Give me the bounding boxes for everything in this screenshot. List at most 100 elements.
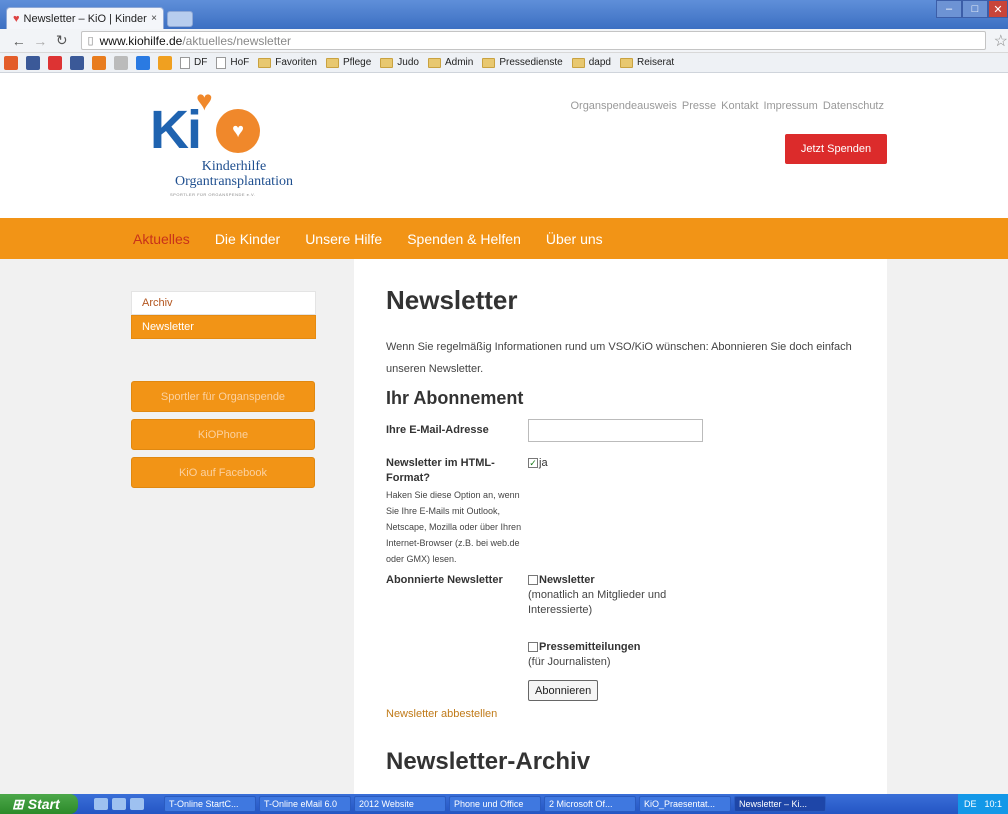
forward-arrow-icon[interactable]: →: [32, 33, 50, 49]
quicklaunch-icon[interactable]: [112, 798, 126, 810]
newsletter-checkbox[interactable]: [528, 575, 538, 586]
taskbar-item-active[interactable]: Newsletter – Ki...: [734, 796, 826, 812]
page-icon: [216, 56, 227, 69]
nav-ueber-uns[interactable]: Über uns: [546, 231, 603, 247]
newsletter-options: Newsletter (monatlich an Mitglieder und …: [528, 573, 698, 670]
press-option-name: Pressemitteilungen: [539, 641, 641, 653]
top-link-kontakt[interactable]: Kontakt: [721, 100, 758, 112]
press-option: Pressemitteilungen (für Journalisten): [528, 640, 698, 670]
address-bar[interactable]: ▯ www.kiohilfe.de/aktuelles/newsletter: [80, 31, 986, 50]
bookmark-app-icon[interactable]: [48, 55, 62, 70]
html-checkbox[interactable]: ✓: [528, 458, 538, 469]
top-link-organspendeausweis[interactable]: Organspendeausweis: [570, 100, 676, 112]
minimize-icon[interactable]: –: [936, 0, 962, 18]
subscribe-button[interactable]: Abonnieren: [528, 680, 599, 701]
folder-icon: [482, 57, 496, 68]
windows-flag-icon: ⊞: [12, 795, 24, 812]
folder-icon: [380, 57, 394, 68]
bookmark-item[interactable]: HoF: [216, 56, 249, 69]
tab-title: Newsletter – KiO | Kinderhilfe: [23, 12, 148, 25]
bookmark-folder[interactable]: Pflege: [325, 57, 371, 68]
system-tray: DE 10:1: [957, 794, 1008, 814]
folder-icon: [427, 57, 441, 68]
bookmark-star-icon[interactable]: ☆: [994, 31, 1008, 51]
taskbar-item[interactable]: 2012 Website: [354, 796, 446, 812]
newsletter-option-name: Newsletter: [539, 574, 595, 586]
tab-close-icon[interactable]: ×: [151, 13, 157, 24]
subscribed-row: Abonnierte Newsletter Newsletter (monatl…: [386, 573, 855, 670]
email-row: Ihre E-Mail-Adresse: [386, 419, 855, 442]
facebook-icon[interactable]: [70, 55, 84, 70]
top-link-presse[interactable]: Presse: [682, 100, 716, 112]
logo-heart-circle-icon: ♥: [216, 109, 260, 153]
browser-tab[interactable]: ♥ Newsletter – KiO | Kinderhilfe ×: [6, 7, 164, 29]
nav-aktuelles[interactable]: Aktuelles: [133, 231, 190, 247]
html-format-label: Newsletter im HTML-Format? Haken Sie die…: [386, 456, 528, 567]
bookmark-app-icon[interactable]: [114, 55, 128, 70]
kio-logo[interactable]: Ki ♥ ♥ Kinderhilfe Organtransplantation …: [150, 85, 293, 197]
bookmark-folder[interactable]: dapd: [571, 57, 611, 68]
subscription-heading: Ihr Abonnement: [386, 388, 524, 408]
bookmarks-bar: DF HoF Favoriten Pflege Judo Admin Press…: [0, 53, 1008, 73]
logo-letters: Ki: [150, 100, 202, 160]
bookmark-folder[interactable]: Favoriten: [258, 57, 317, 68]
unsubscribe-link[interactable]: Newsletter abbestellen: [386, 708, 855, 720]
new-tab-button[interactable]: [167, 11, 193, 27]
window-close-icon[interactable]: ✕: [988, 0, 1008, 18]
start-button[interactable]: ⊞ Start: [0, 794, 78, 814]
taskbar-item[interactable]: KiO_Praesentat...: [639, 796, 731, 812]
donate-button[interactable]: Jetzt Spenden: [785, 134, 887, 164]
top-link-datenschutz[interactable]: Datenschutz: [823, 100, 884, 112]
bookmark-folder[interactable]: Reiserat: [619, 57, 674, 68]
folder-icon: [571, 57, 585, 68]
facebook-button[interactable]: KiO auf Facebook: [131, 457, 315, 488]
kiophone-button[interactable]: KiOPhone: [131, 419, 315, 450]
nav-spenden-helfen[interactable]: Spenden & Helfen: [407, 231, 521, 247]
taskbar-item[interactable]: Phone und Office: [449, 796, 541, 812]
heart-favicon-icon: ♥: [13, 12, 20, 25]
language-indicator[interactable]: DE: [964, 799, 977, 809]
bookmark-app-icon[interactable]: [136, 55, 150, 70]
maximize-icon[interactable]: □: [962, 0, 988, 18]
page-icon: [180, 56, 190, 69]
bookmark-item[interactable]: DF: [180, 56, 207, 69]
email-field[interactable]: [528, 419, 703, 442]
html-option: ✓ ja: [528, 456, 548, 567]
nav-die-kinder[interactable]: Die Kinder: [215, 231, 280, 247]
taskbar-item[interactable]: 2 Microsoft Of...: [544, 796, 636, 812]
site-header: Ki ♥ ♥ Kinderhilfe Organtransplantation …: [0, 73, 1008, 218]
sidebar: Archiv Newsletter Sportler für Organspen…: [131, 291, 316, 488]
folder-icon: [325, 57, 339, 68]
taskbar-item[interactable]: T-Online eMail 6.0: [259, 796, 351, 812]
url-path: /aktuelles/newsletter: [182, 33, 292, 48]
taskbar-item[interactable]: T-Online StartC...: [164, 796, 256, 812]
bookmark-app-icon[interactable]: [4, 55, 18, 70]
reload-icon[interactable]: ↻: [53, 32, 71, 49]
subscribed-label: Abonnierte Newsletter: [386, 574, 503, 586]
folder-icon: [619, 57, 633, 68]
html-format-row: Newsletter im HTML-Format? Haken Sie die…: [386, 456, 855, 567]
back-arrow-icon[interactable]: ←: [10, 33, 28, 49]
browser-tabstrip: ♥ Newsletter – KiO | Kinderhilfe × – □ ✕: [0, 0, 1008, 29]
bookmark-app-icon[interactable]: [92, 55, 106, 70]
bookmark-folder[interactable]: Pressedienste: [482, 57, 563, 68]
quicklaunch-icon[interactable]: [94, 798, 108, 810]
email-label: Ihre E-Mail-Adresse: [386, 424, 489, 436]
press-checkbox[interactable]: [528, 642, 538, 653]
bookmark-folder[interactable]: Judo: [380, 57, 419, 68]
quicklaunch-icon[interactable]: [130, 798, 144, 810]
nav-unsere-hilfe[interactable]: Unsere Hilfe: [305, 231, 382, 247]
sidebar-item-newsletter[interactable]: Newsletter: [131, 315, 316, 339]
url-host: www.kiohilfe.de: [99, 33, 183, 48]
html-format-help: Haken Sie diese Option an, wenn Sie Ihre…: [386, 490, 522, 564]
window-controls: – □ ✕: [936, 0, 1008, 18]
sportler-button[interactable]: Sportler für Organspende: [131, 381, 315, 412]
sidebar-item-archiv[interactable]: Archiv: [131, 291, 316, 315]
bookmark-folder[interactable]: Admin: [427, 57, 473, 68]
newsletter-option-desc: (monatlich an Mitglieder und Interessier…: [528, 589, 667, 616]
bookmark-app-icon[interactable]: [158, 55, 172, 70]
page-icon: ▯: [87, 35, 94, 47]
bookmark-app-icon[interactable]: [26, 55, 40, 70]
top-link-impressum[interactable]: Impressum: [763, 100, 817, 112]
main-content: Newsletter Wenn Sie regelmäßig Informati…: [354, 259, 887, 794]
